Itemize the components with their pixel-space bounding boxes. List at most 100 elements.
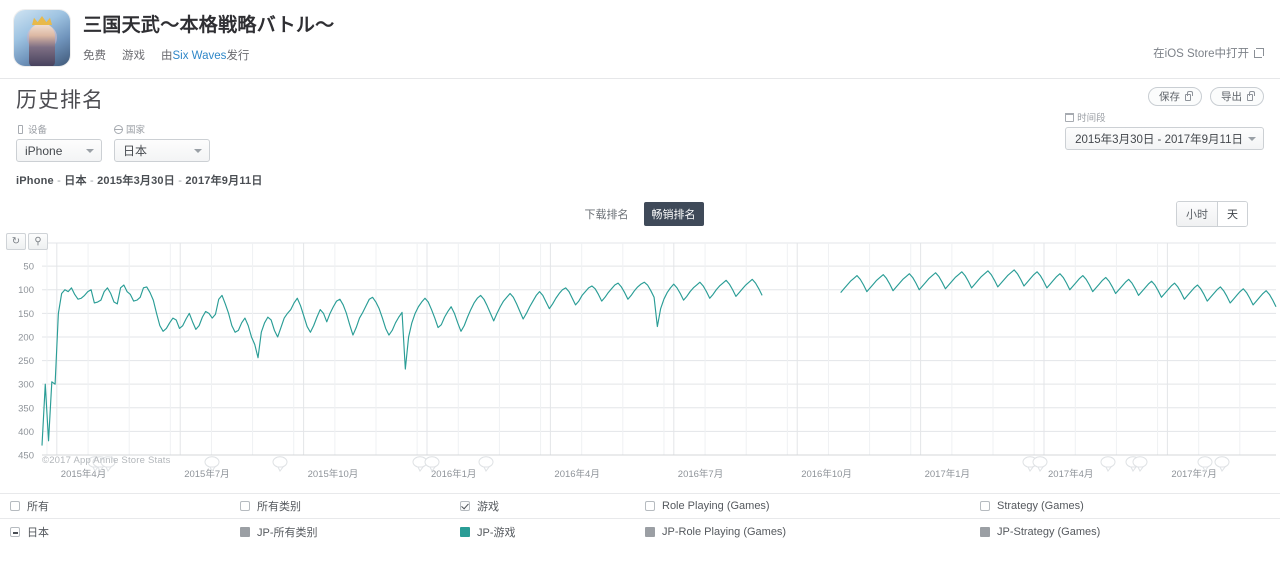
device-label: 设备 (28, 125, 48, 137)
save-button[interactable]: 保存 (1148, 87, 1202, 106)
legend-item[interactable]: JP-所有类别 (240, 524, 318, 540)
section-actions: 保存 导出 (1148, 87, 1264, 106)
x-axis-tick-label: 2016年10月 (801, 468, 852, 480)
legend-item[interactable]: Strategy (Games) (980, 500, 1084, 512)
device-select[interactable]: iPhone (16, 139, 102, 163)
granularity-day[interactable]: 天 (1217, 202, 1247, 227)
y-axis-tick-label: 150 (18, 309, 34, 320)
event-marker-icon (1032, 456, 1048, 473)
x-axis-tick-label: 2017年4月 (1048, 468, 1093, 480)
export-label: 导出 (1221, 91, 1242, 103)
legend-color-swatch[interactable] (460, 527, 470, 538)
legend-color-swatch[interactable] (980, 527, 990, 538)
breadcrumb-start: 2015年3月30日 (97, 175, 175, 188)
y-axis-tick-label: 100 (18, 285, 34, 296)
country-filter: 国家 日本 (114, 122, 210, 163)
legend-item[interactable]: Role Playing (Games) (645, 500, 770, 512)
chart-legend: 所有 所有类别 游戏 Role Playing (Games) Strategy (Ga… (0, 493, 1280, 545)
x-axis-tick-label: 2015年7月 (184, 468, 229, 480)
y-axis-tick-label: 350 (18, 403, 34, 414)
page-title: 历史排名 (16, 89, 104, 112)
breadcrumb-device: iPhone (16, 175, 54, 188)
app-icon-crown (32, 16, 52, 25)
x-axis-tick-label: 2016年4月 (554, 468, 599, 480)
legend-color-swatch[interactable] (240, 527, 250, 538)
app-title: 三国天武～本格戦略バトル～ (83, 15, 335, 36)
export-button[interactable]: 导出 (1210, 87, 1264, 106)
checkbox-checked-icon[interactable] (460, 501, 470, 512)
legend-item-label: 游戏 (477, 501, 499, 514)
legend-row-top: 所有 所有类别 游戏 Role Playing (Games) Strategy (Ga… (0, 493, 1280, 520)
legend-row-bottom: 日本 JP-所有类别 JP-游戏 JP-Role Playing (Games) JP-… (0, 519, 1280, 545)
reset-zoom-icon[interactable]: ↻ (6, 233, 26, 251)
legend-color-swatch[interactable] (645, 527, 655, 538)
event-marker-icon (412, 456, 428, 473)
publisher-prefix: 由 (161, 49, 173, 62)
country-value: 日本 (123, 144, 148, 159)
date-range-control: 时间段 2015年3月30日 - 2017年9月11日 (1065, 110, 1264, 150)
checkbox-icon[interactable] (980, 501, 990, 512)
chevron-down-icon (86, 148, 94, 153)
publisher-link[interactable]: Six Waves (173, 50, 227, 62)
country-select[interactable]: 日本 (114, 139, 210, 163)
breadcrumb: iPhone - 日本 - 2015年3月30日 - 2017年9月11日 (16, 172, 1264, 188)
legend-item[interactable]: 日本 (10, 524, 49, 540)
legend-item-label: JP-游戏 (477, 527, 516, 540)
breadcrumb-sep: - (178, 175, 183, 188)
device-filter: 设备 iPhone (16, 122, 102, 163)
tab-grossing-rank[interactable]: 畅销排名 (643, 202, 704, 227)
checkbox-icon[interactable] (645, 501, 655, 512)
legend-item[interactable]: JP-游戏 (460, 524, 516, 540)
app-category: 游戏 (122, 49, 145, 62)
collapse-minus-icon[interactable] (10, 527, 20, 538)
legend-item-label: JP-Strategy (Games) (997, 526, 1101, 539)
y-axis-tick-label: 250 (18, 356, 34, 367)
open-in-ios-store-link[interactable]: 在iOS Store中打开 (1153, 45, 1264, 61)
granularity-toggle: 小时 天 (1176, 201, 1248, 228)
legend-item[interactable]: 所有 (10, 498, 49, 514)
chevron-down-icon (1248, 136, 1256, 141)
x-axis-tick-label: 2017年1月 (925, 468, 970, 480)
chevron-down-icon (194, 148, 202, 153)
granularity-hour[interactable]: 小时 (1177, 202, 1217, 227)
app-meta: 三国天武～本格戦略バトル～ 免费 游戏 由Six Waves发行 (83, 10, 334, 63)
rank-type-tabs: 下载排名 畅销排名 (577, 202, 704, 227)
app-publisher-line: 由Six Waves发行 (161, 47, 249, 63)
zoom-icon[interactable]: ⚲ (28, 233, 48, 251)
tab-download-rank[interactable]: 下载排名 (577, 202, 637, 226)
lock-icon (1185, 90, 1193, 101)
external-link-icon (1254, 48, 1264, 58)
legend-item-label: JP-Role Playing (Games) (662, 526, 787, 539)
x-axis-tick-label: 2017年7月 (1171, 468, 1216, 480)
breadcrumb-sep: - (89, 175, 94, 188)
chart-toolbar: ↻ ⚲ (6, 233, 48, 251)
y-axis-tick-label: 200 (18, 333, 34, 344)
legend-item-label: 日本 (27, 527, 49, 540)
legend-item[interactable]: JP-Role Playing (Games) (645, 526, 786, 538)
country-label: 国家 (126, 125, 146, 137)
checkbox-icon[interactable] (10, 501, 20, 512)
lock-icon (1247, 90, 1255, 101)
legend-item-label: Strategy (Games) (997, 500, 1084, 513)
legend-item-label: 所有 (27, 501, 49, 514)
date-range-label-row: 时间段 (1065, 110, 1264, 124)
y-axis-tick-label: 300 (18, 380, 34, 391)
chart-tab-row: 下载排名 畅销排名 小时 天 (16, 201, 1264, 228)
legend-item[interactable]: 所有类别 (240, 498, 301, 514)
legend-item[interactable]: JP-Strategy (Games) (980, 526, 1100, 538)
date-range-label: 时间段 (1077, 113, 1106, 124)
legend-item[interactable]: 游戏 (460, 498, 499, 514)
rank-chart: ↻ ⚲ 1501001502002503003504004502015年4月20… (0, 233, 1280, 491)
rank-chart-svg[interactable]: 1501001502002503003504004502015年4月2015年7… (0, 233, 1280, 491)
device-icon (16, 124, 25, 134)
date-range-picker[interactable]: 2015年3月30日 - 2017年9月11日 (1065, 127, 1264, 150)
x-axis-tick-label: 2016年1月 (431, 468, 476, 480)
app-subtitle: 免费 游戏 由Six Waves发行 (83, 47, 334, 63)
y-axis-tick-label: 50 (23, 262, 34, 273)
event-marker-icon (272, 456, 288, 473)
event-marker-icon (478, 456, 494, 473)
series-line-jp-games (41, 278, 763, 446)
device-label-row: 设备 (16, 122, 102, 136)
checkbox-icon[interactable] (240, 501, 250, 512)
country-label-row: 国家 (114, 122, 210, 136)
